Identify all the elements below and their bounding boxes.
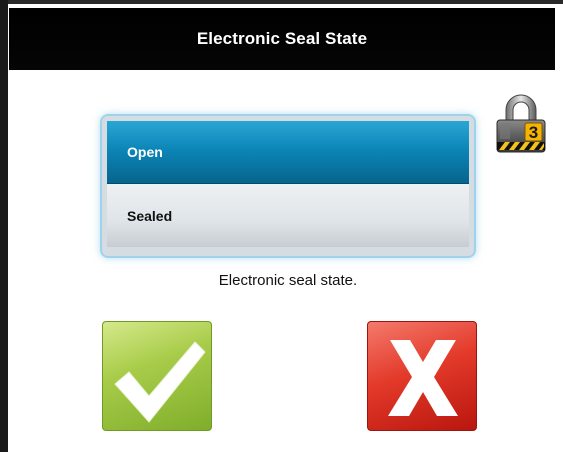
- seal-option-sealed[interactable]: Sealed: [107, 184, 469, 247]
- window-top-edge: [0, 0, 563, 4]
- x-icon: [388, 340, 458, 416]
- padlock-icon: 3: [496, 94, 546, 153]
- seal-state-dialog: Electronic Seal State 3 Open Sealed Elec…: [0, 0, 563, 452]
- dialog-title: Electronic Seal State: [196, 29, 368, 48]
- seal-state-list: Open Sealed: [102, 116, 474, 256]
- seal-option-open[interactable]: Open: [107, 121, 469, 184]
- cancel-button[interactable]: [367, 321, 477, 431]
- confirm-button[interactable]: [102, 321, 212, 431]
- checkmark-icon: [114, 341, 206, 423]
- hazard-stripes: [497, 142, 545, 150]
- seal-option-label: Open: [127, 144, 163, 160]
- lock-level-number: 3: [529, 123, 538, 142]
- seal-state-caption: Electronic seal state.: [218, 272, 358, 289]
- seal-option-label: Sealed: [127, 207, 173, 224]
- window-left-edge: [0, 0, 8, 452]
- dialog-title-bar: Electronic Seal State: [9, 8, 555, 70]
